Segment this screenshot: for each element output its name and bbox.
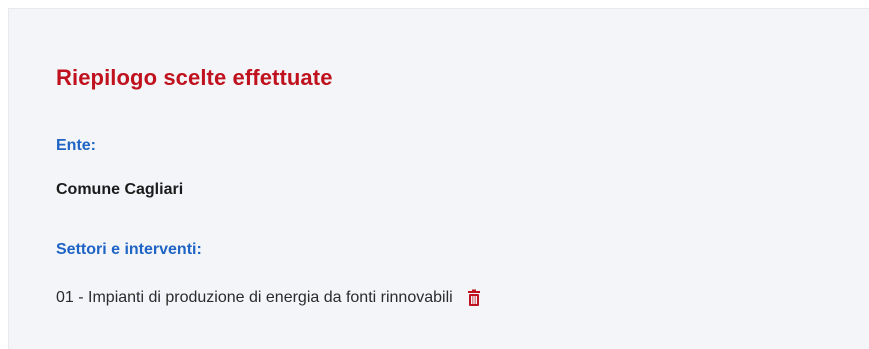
- settori-label: Settori e interventi:: [56, 241, 202, 258]
- ente-value: Comune Cagliari: [56, 181, 184, 198]
- trash-icon[interactable]: [465, 289, 483, 307]
- summary-title: Riepilogo scelte effettuate: [56, 65, 333, 90]
- settore-item-text: 01 - Impianti di produzione di energia d…: [56, 289, 453, 306]
- list-item: 01 - Impianti di produzione di energia d…: [56, 289, 483, 307]
- ente-label: Ente:: [56, 137, 96, 154]
- summary-panel: Riepilogo scelte effettuate Ente: Comune…: [8, 8, 869, 349]
